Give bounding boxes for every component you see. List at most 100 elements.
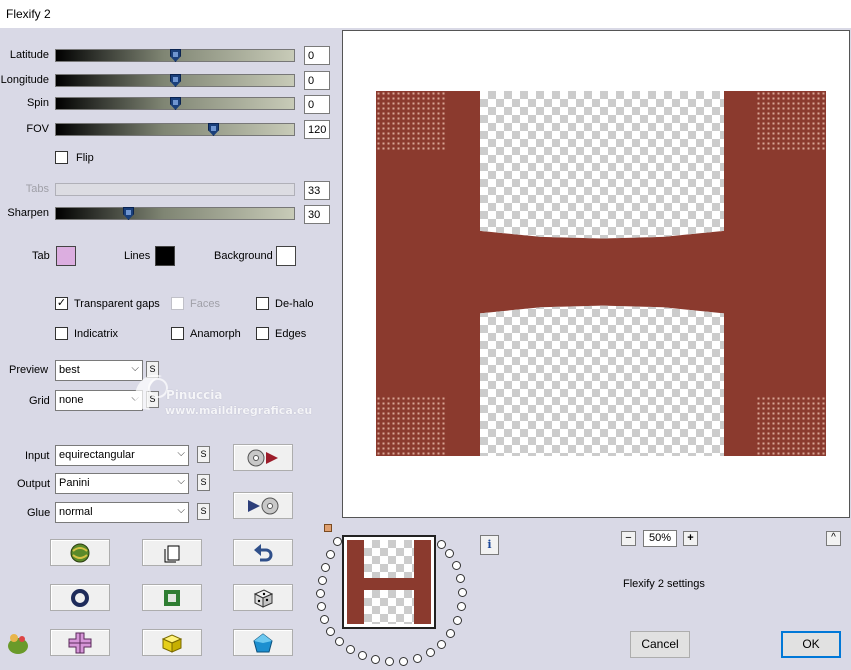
longitude-label: Longitude [0,74,49,86]
pentagon-button[interactable] [233,629,293,656]
tab-color-swatch[interactable] [56,246,76,266]
fov-slider[interactable] [55,123,295,136]
zoom-level[interactable]: 50% [643,530,677,547]
tabs-label: Tabs [25,183,49,195]
info-button[interactable]: i [480,535,499,555]
ring-dot [326,550,335,559]
cross-icon [68,632,92,653]
output-s-button[interactable]: S [197,474,210,491]
watermark-logo-icon [134,374,168,410]
ring-handle[interactable] [324,524,332,532]
indicatrix-checkbox[interactable] [55,327,68,340]
spin-input[interactable]: 0 [304,95,330,114]
ring-icon [71,588,89,607]
fov-thumb[interactable] [208,123,219,136]
undo-icon [254,543,273,561]
zoom-in-button[interactable]: + [683,531,698,546]
ok-button[interactable]: OK [781,631,841,658]
input-projection-select[interactable]: equirectangular ⌵ [55,445,189,466]
navigator-thumbnail[interactable] [342,535,436,629]
pattern-bottom-left [376,396,446,456]
pentagon-icon [253,632,273,652]
glue-select[interactable]: normal ⌵ [55,502,189,523]
latitude-input[interactable]: 0 [304,46,330,65]
random-dice-button[interactable] [233,584,293,611]
latitude-slider[interactable] [55,49,295,62]
sharpen-input[interactable]: 30 [304,205,330,224]
ring-dot [321,563,330,572]
flip-checkbox[interactable] [55,151,68,164]
ring-dot [413,654,422,663]
latitude-label: Latitude [9,49,49,61]
indicatrix-label: Indicatrix [74,328,119,340]
zoom-out-button[interactable]: − [621,531,636,546]
tabs-input[interactable]: 33 [304,181,330,200]
output-projection-select[interactable]: Panini ⌵ [55,473,189,494]
ring-dot [426,648,435,657]
transparent-gap-top [480,91,724,239]
frame-icon [164,589,180,606]
lines-color-swatch[interactable] [155,246,175,266]
copy-icon [164,545,180,562]
input-projection-value: equirectangular [59,449,135,461]
longitude-input[interactable]: 0 [304,71,330,90]
longitude-thumb[interactable] [170,74,181,87]
de-halo-checkbox[interactable] [256,297,269,310]
pattern-bottom-right [756,396,826,456]
edges-label: Edges [275,328,307,340]
latitude-thumb[interactable] [170,49,181,62]
spin-label: Spin [26,97,49,109]
watermark-url: www.maildiregrafica.eu [165,404,313,417]
fov-input[interactable]: 120 [304,120,330,139]
glue-s-button[interactable]: S [197,503,210,520]
undo-button[interactable] [233,539,293,566]
background-color-swatch[interactable] [276,246,296,266]
cube-button[interactable] [142,629,202,656]
chevron-down-icon: ⌵ [177,505,185,516]
frame-button[interactable] [142,584,202,611]
ring-dot [346,645,355,654]
randomize-globe-button[interactable] [50,539,110,566]
output-label: Output [17,478,51,490]
collapse-button[interactable]: ^ [826,531,841,546]
longitude-slider[interactable] [55,74,295,87]
thumbnail-hole-bottom [364,590,414,624]
spin-thumb[interactable] [170,97,181,110]
cross-button[interactable] [50,629,110,656]
anamorph-checkbox[interactable] [171,327,184,340]
ring-dot [452,561,461,570]
ring-dot [457,602,466,611]
tabs-slider [55,183,295,196]
sharpen-slider[interactable] [55,207,295,220]
input-s-button[interactable]: S [197,446,210,463]
ring-dot [358,651,367,660]
background-color-label: Background [214,250,273,262]
globe-icon [70,543,90,562]
preview-pane[interactable] [342,30,850,518]
load-input-button[interactable] [233,444,293,471]
watermark-name: Pinuccia [166,388,223,402]
cancel-button[interactable]: Cancel [630,631,690,658]
window-title: Flexify 2 [6,7,51,21]
ring-dot [317,602,326,611]
lines-color-label: Lines [124,250,151,262]
ring-button[interactable] [50,584,110,611]
ring-dot [446,629,455,638]
ring-dot [326,627,335,636]
copy-button[interactable] [142,539,202,566]
ring-dot [385,657,394,666]
transparent-gaps-checkbox[interactable]: ✓ [55,297,68,310]
ring-dot [445,549,454,558]
edges-checkbox[interactable] [256,327,269,340]
pattern-top-right [756,91,826,151]
ring-dot [399,657,408,666]
faces-label: Faces [190,298,220,310]
glue-value: normal [59,506,93,518]
spin-slider[interactable] [55,97,295,110]
ring-dot [437,640,446,649]
load-output-button[interactable] [233,492,293,519]
preview-quality-label: Preview [9,364,49,376]
pattern-top-left [376,91,446,151]
dice-icon [253,588,274,608]
sharpen-thumb[interactable] [123,207,134,220]
